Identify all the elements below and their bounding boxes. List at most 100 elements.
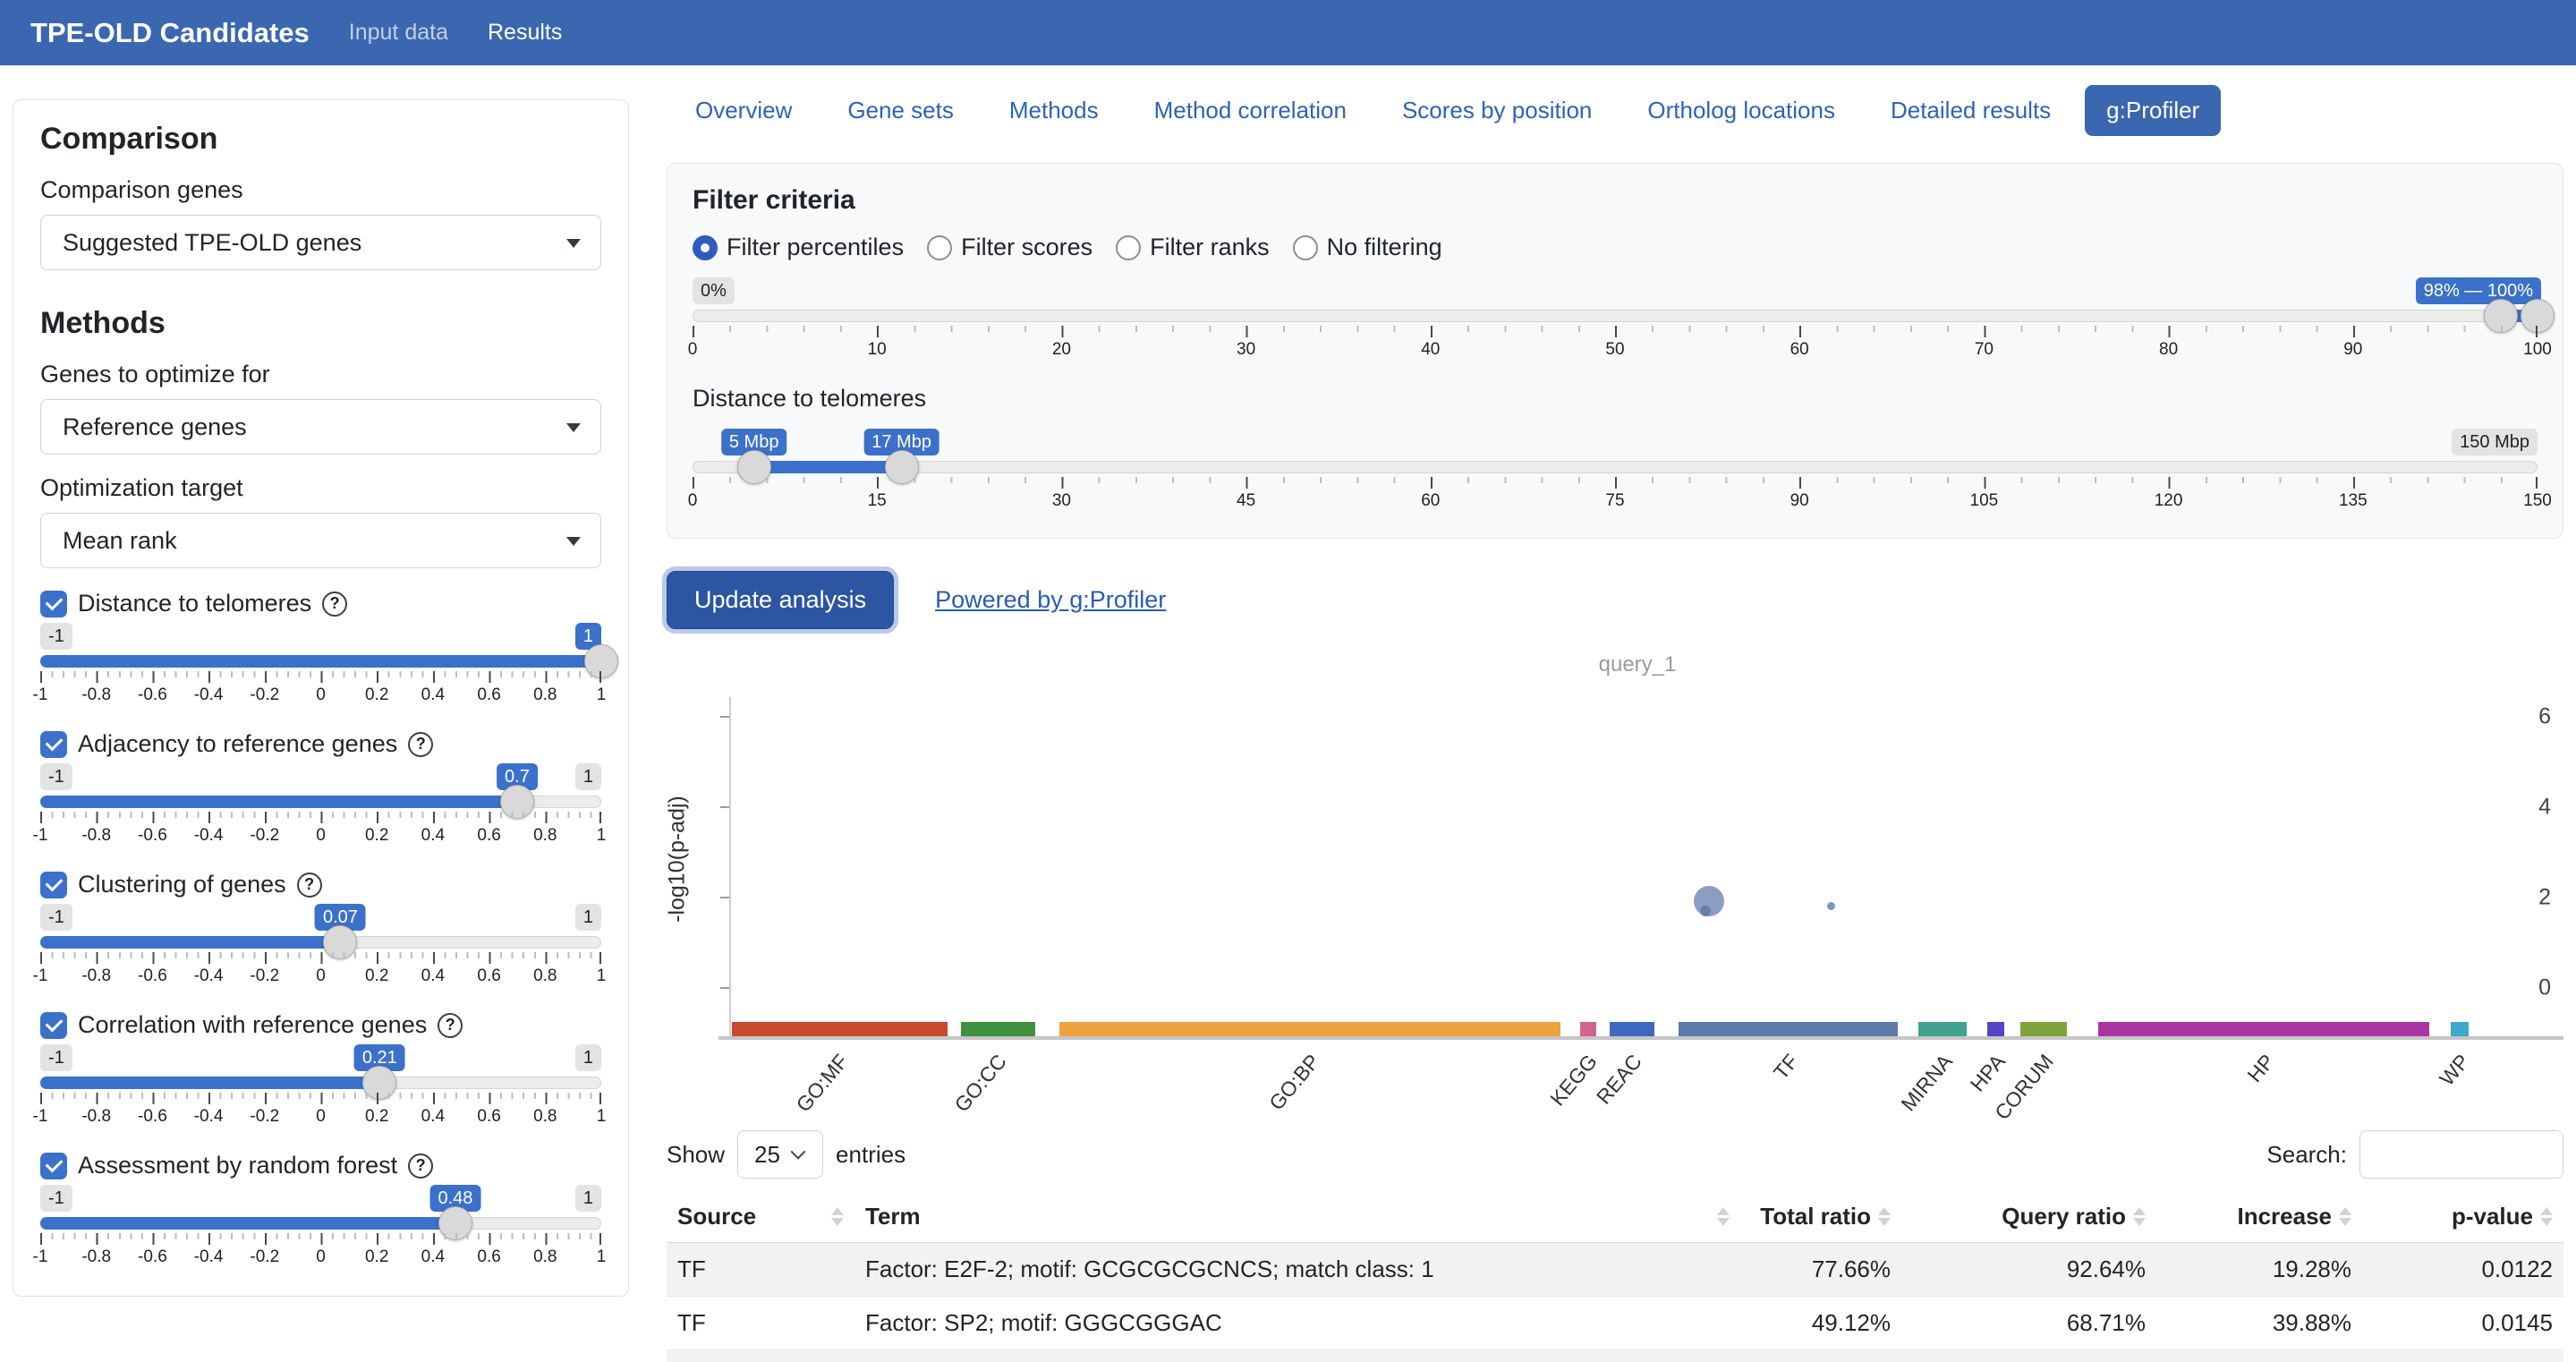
tick-label: 60	[1790, 340, 1809, 360]
checkbox-checked[interactable]	[40, 872, 67, 898]
filter-mode-options: Filter percentiles Filter scores Filter ra…	[693, 234, 2538, 261]
radio-icon[interactable]	[1116, 235, 1141, 260]
target-select[interactable]: Mean rank	[40, 513, 601, 568]
tick-label: 0.4	[421, 1107, 445, 1127]
column-header-query-ratio[interactable]: Query ratio	[1901, 1191, 2156, 1243]
checkbox-checked[interactable]	[40, 1153, 67, 1179]
column-header-label: p-value	[2452, 1203, 2533, 1230]
slider-track[interactable]	[40, 655, 601, 668]
radio-icon[interactable]	[927, 235, 952, 260]
tick-label: -0.6	[138, 1107, 167, 1127]
method-param-label: Clustering of genes	[78, 871, 286, 898]
tick-label: -1	[33, 826, 48, 846]
slider-min-badge: -1	[40, 623, 72, 650]
tick-label: -0.4	[194, 1107, 224, 1127]
slider-track[interactable]	[40, 796, 601, 808]
filter-option-no-filtering[interactable]: No filtering	[1293, 234, 1442, 261]
nav-item-results[interactable]: Results	[488, 20, 562, 46]
tab-ortholog-locations[interactable]: Ortholog locations	[1626, 85, 1857, 136]
tab-detailed-results[interactable]: Detailed results	[1869, 85, 2072, 136]
slider-ticks	[40, 812, 601, 823]
method-parameters: Distance to telomeres?-11-1-0.8-0.6-0.4-…	[40, 590, 601, 1271]
tab-g-profiler[interactable]: g:Profiler	[2085, 85, 2221, 136]
method-weight-slider: -110.48-1-0.8-0.6-0.4-0.200.20.40.60.81	[40, 1185, 601, 1271]
cell-value: 68.71%	[1901, 1350, 2156, 1362]
slider-ticks	[40, 952, 601, 964]
plot-y-axis-label: -log10(p-adj)	[665, 796, 691, 923]
help-icon[interactable]: ?	[322, 592, 347, 617]
cell-term: Factor: SP2; motif: GGGCGGGAC	[854, 1297, 1740, 1350]
plot-x-axis	[718, 1036, 2563, 1040]
radio-icon[interactable]	[693, 235, 718, 260]
plot-y-tick-label: 4	[2538, 795, 2551, 821]
column-header-source[interactable]: Source	[667, 1191, 854, 1243]
tick-mark	[599, 952, 601, 964]
slider-min-badge: -1	[40, 1044, 72, 1071]
radio-icon[interactable]	[1293, 235, 1318, 260]
slider-tick-labels: -1-0.8-0.6-0.4-0.200.20.40.60.81	[40, 1247, 601, 1271]
filter-option-filter-ranks[interactable]: Filter ranks	[1116, 234, 1270, 261]
cell-value: 39.59%	[2156, 1350, 2362, 1362]
tab-gene-sets[interactable]: Gene sets	[826, 85, 975, 136]
plot-y-axis	[729, 697, 731, 1040]
update-analysis-button[interactable]: Update analysis	[667, 571, 894, 629]
navbar: TPE-OLD Candidates Input data Results	[0, 0, 2576, 65]
source-label-kegg: KEGG	[1545, 1050, 1602, 1111]
slider-badges: 150 Mbp5 Mbp17 Mbp	[693, 429, 2538, 461]
slider-track[interactable]	[693, 461, 2538, 473]
optimize-select[interactable]: Reference genes	[40, 399, 601, 455]
checkbox-checked[interactable]	[40, 1012, 67, 1039]
tab-method-correlation[interactable]: Method correlation	[1133, 85, 1368, 136]
tab-overview[interactable]: Overview	[674, 85, 813, 136]
tick-label: 0.2	[365, 826, 388, 846]
powered-by-gprofiler-link[interactable]: Powered by g:Profiler	[935, 586, 1166, 614]
checkbox-checked[interactable]	[40, 731, 67, 758]
checkbox-checked[interactable]	[40, 591, 67, 617]
comparison-genes-select[interactable]: Suggested TPE-OLD genes	[40, 215, 601, 270]
table-row: TFFactor: CTCF; motif: NCCRSTAGGGGGCGC49…	[667, 1350, 2563, 1362]
chevron-down-icon	[790, 1145, 805, 1160]
sort-asc-icon	[831, 1207, 844, 1215]
sort-icon	[2540, 1207, 2553, 1226]
help-icon[interactable]: ?	[297, 873, 322, 898]
slider-track[interactable]	[693, 310, 2538, 322]
search-input[interactable]	[2359, 1130, 2563, 1179]
sort-asc-icon	[1878, 1207, 1891, 1215]
help-icon[interactable]: ?	[438, 1013, 463, 1038]
slider-track[interactable]	[40, 936, 601, 949]
tick-label: -0.4	[194, 966, 224, 986]
sort-desc-icon	[1878, 1218, 1891, 1226]
tab-scores-by-position[interactable]: Scores by position	[1381, 85, 1613, 136]
method-param-header: Adjacency to reference genes?	[40, 730, 601, 758]
cell-value: 39.88%	[2156, 1297, 2362, 1350]
plot-y-tick-label: 6	[2538, 704, 2551, 730]
filter-option-filter-scores[interactable]: Filter scores	[927, 234, 1092, 261]
column-header-increase[interactable]: Increase	[2156, 1191, 2362, 1243]
filter-option-filter-percentiles[interactable]: Filter percentiles	[693, 234, 904, 261]
data-point-3	[1827, 902, 1835, 910]
help-icon[interactable]: ?	[408, 1153, 433, 1179]
column-header-p-value[interactable]: p-value	[2362, 1191, 2563, 1243]
tick-label: 0.2	[365, 1247, 388, 1267]
slider-track[interactable]	[40, 1077, 601, 1089]
tick-label: 30	[1237, 340, 1255, 360]
tick-label: 105	[1970, 491, 1999, 511]
tick-label: -0.6	[138, 826, 167, 846]
tick-label: 0	[688, 340, 698, 360]
help-icon[interactable]: ?	[408, 732, 433, 757]
tick-mark	[599, 1093, 601, 1104]
column-header-total-ratio[interactable]: Total ratio	[1740, 1191, 1901, 1243]
tick-label: 0.6	[477, 966, 500, 986]
tick-label: 0	[316, 966, 326, 986]
method-weight-slider: -110.21-1-0.8-0.6-0.4-0.200.20.40.60.81	[40, 1044, 601, 1130]
page-length-select[interactable]: 25	[737, 1130, 823, 1179]
tick-label: 0.8	[533, 966, 557, 986]
tick-label: 0.8	[533, 826, 557, 846]
nav-item-input-data[interactable]: Input data	[349, 20, 448, 46]
tick-label: 150	[2523, 491, 2552, 511]
tick-label: 0.8	[533, 685, 557, 705]
source-label-mirna: MIRNA	[1896, 1050, 1957, 1116]
column-header-term[interactable]: Term	[854, 1191, 1740, 1243]
slider-track[interactable]	[40, 1217, 601, 1230]
tab-methods[interactable]: Methods	[988, 85, 1120, 136]
